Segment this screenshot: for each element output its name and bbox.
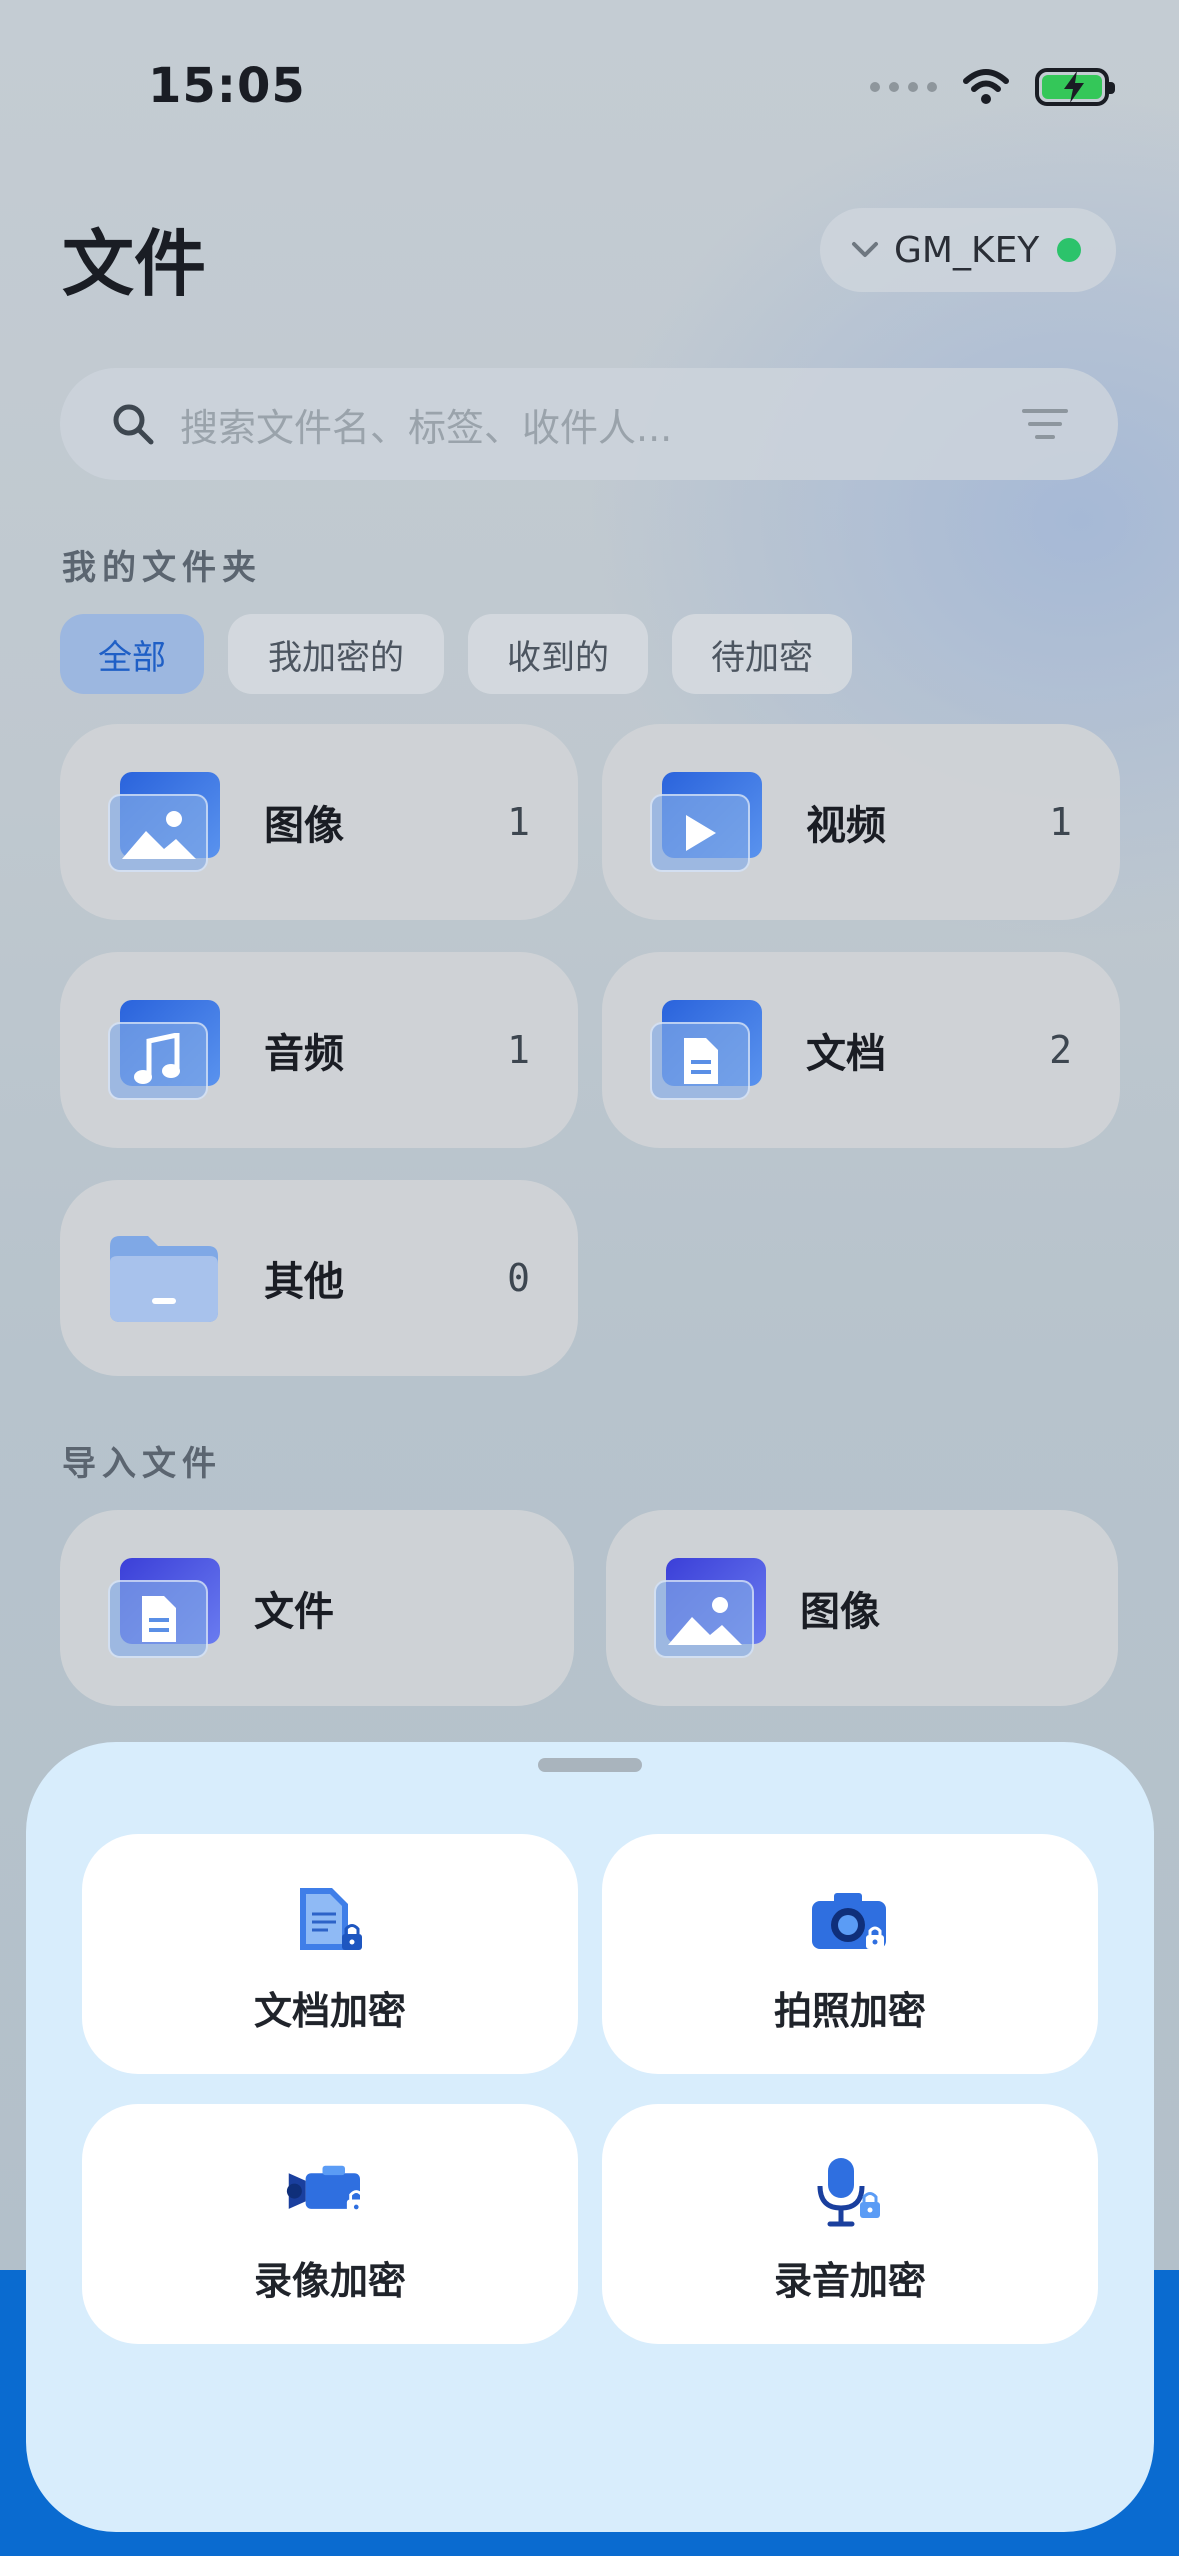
folder-icon [108, 1228, 220, 1328]
folder-card-image[interactable]: 图像 1 [60, 724, 578, 920]
folder-count: 1 [507, 1028, 530, 1072]
folder-card-audio[interactable]: 音频 1 [60, 952, 578, 1148]
filter-chip-encrypted-by-me[interactable]: 我加密的 [228, 614, 444, 694]
folder-card-video[interactable]: 视频 1 [602, 724, 1120, 920]
folder-name: 音频 [264, 1031, 344, 1077]
folder-card-other[interactable]: 其他 0 [60, 1180, 578, 1376]
action-label: 拍照加密 [773, 1989, 926, 2033]
wifi-icon [963, 69, 1009, 104]
audio-encrypt-button[interactable]: 录音加密 [602, 2104, 1098, 2344]
folder-count: 2 [1049, 1028, 1072, 1072]
filter-chip-all[interactable]: 全部 [60, 614, 204, 694]
action-label: 录像加密 [253, 2259, 406, 2303]
search-icon [113, 404, 154, 445]
import-name: 图像 [800, 1589, 880, 1635]
folder-count: 0 [507, 1256, 530, 1300]
filter-icon[interactable] [1022, 407, 1068, 441]
folder-name: 视频 [806, 803, 886, 849]
encrypted-document-icon [285, 1882, 375, 1962]
folder-card-document[interactable]: 文档 2 [602, 952, 1120, 1148]
status-time: 15:05 [148, 58, 306, 114]
document-icon [650, 1000, 762, 1100]
video-icon [650, 772, 762, 872]
page-title: 文件 [62, 222, 207, 306]
encrypted-camera-icon [805, 1882, 895, 1962]
photo-encrypt-button[interactable]: 拍照加密 [602, 1834, 1098, 2074]
folder-name: 文档 [806, 1031, 886, 1077]
filter-chip-pending[interactable]: 待加密 [672, 614, 852, 694]
image-icon [654, 1558, 766, 1658]
document-encrypt-button[interactable]: 文档加密 [82, 1834, 578, 2074]
action-label: 录音加密 [773, 2259, 926, 2303]
import-name: 文件 [254, 1589, 334, 1635]
cellular-signal-icon [870, 82, 937, 92]
key-name: GM_KEY [894, 229, 1040, 271]
image-icon [108, 772, 220, 872]
video-encrypt-button[interactable]: 录像加密 [82, 2104, 578, 2344]
import-file-card[interactable]: 文件 [60, 1510, 574, 1706]
music-icon [108, 1000, 220, 1100]
search-bar[interactable]: 搜索文件名、标签、收件人... [60, 368, 1118, 480]
import-image-card[interactable]: 图像 [606, 1510, 1118, 1706]
folder-count: 1 [507, 800, 530, 844]
import-section-label: 导入文件 [62, 1444, 222, 1484]
folder-name: 其他 [264, 1259, 344, 1305]
key-selector[interactable]: GM_KEY [820, 208, 1116, 292]
folder-name: 图像 [264, 803, 344, 849]
connection-status-dot [1057, 238, 1082, 262]
folders-section-label: 我的文件夹 [62, 548, 262, 588]
filter-chip-received[interactable]: 收到的 [468, 614, 648, 694]
search-input[interactable]: 搜索文件名、标签、收件人... [180, 397, 1022, 452]
action-label: 文档加密 [253, 1989, 406, 2033]
encrypted-video-camera-icon [285, 2152, 375, 2232]
folder-count: 1 [1049, 800, 1072, 844]
encrypted-microphone-icon [805, 2152, 895, 2232]
document-icon [108, 1558, 220, 1658]
battery-icon [1035, 68, 1115, 106]
encrypt-action-sheet: 文档加密 拍照加密 录像加密 录音加密 [26, 1742, 1154, 2532]
status-icons [870, 62, 1115, 112]
chevron-down-icon [852, 242, 878, 257]
sheet-drag-handle[interactable] [538, 1758, 642, 1772]
